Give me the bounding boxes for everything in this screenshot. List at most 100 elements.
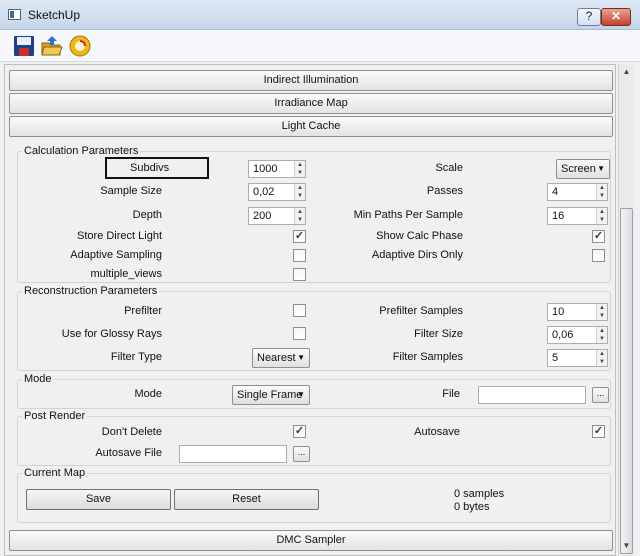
filter-size-value: 0,06: [552, 329, 574, 341]
help-button[interactable]: ?: [577, 8, 601, 26]
mode-group: Mode Mode Single Frame ▼ File ...: [17, 373, 611, 409]
autosave-checkbox[interactable]: ✓: [592, 425, 605, 438]
spin-up-icon[interactable]: ▲: [597, 327, 607, 335]
spin-down-icon[interactable]: ▼: [295, 192, 305, 200]
min-paths-label: Min Paths Per Sample: [353, 209, 463, 221]
spin-up-icon[interactable]: ▲: [597, 350, 607, 358]
show-calc-phase-checkbox[interactable]: ✓: [592, 230, 605, 243]
vertical-scrollbar[interactable]: ▲ ▼: [618, 64, 634, 556]
dont-delete-checkbox[interactable]: ✓: [293, 425, 306, 438]
spin-down-icon[interactable]: ▼: [597, 335, 607, 343]
spin-down-icon[interactable]: ▼: [597, 192, 607, 200]
depth-label: Depth: [132, 209, 162, 221]
store-direct-light-checkbox[interactable]: ✓: [293, 230, 306, 243]
autosave-file-label: Autosave File: [95, 447, 162, 459]
settings-panel: Indirect Illumination Irradiance Map Lig…: [4, 64, 616, 556]
reset-button[interactable]: Reset: [174, 489, 319, 510]
filter-samples-value: 5: [552, 352, 559, 364]
toolbar: [0, 30, 640, 62]
spin-down-icon[interactable]: ▼: [295, 216, 305, 224]
depth-spinbox[interactable]: 200 ▲ ▼: [248, 207, 306, 225]
spin-down-icon[interactable]: ▼: [597, 358, 607, 366]
save-icon[interactable]: [12, 34, 36, 58]
prefilter-label: Prefilter: [124, 305, 162, 317]
subdivs-spinbox[interactable]: 1000 ▲ ▼: [248, 160, 306, 178]
current-map-group: Current Map Save Reset 0 samples 0 bytes: [17, 467, 611, 523]
spin-down-icon[interactable]: ▼: [597, 216, 607, 224]
spin-up-icon[interactable]: ▲: [597, 208, 607, 216]
glossy-rays-checkbox[interactable]: [293, 327, 306, 340]
group-title: Mode: [22, 373, 54, 385]
chevron-down-icon: ▼: [297, 353, 305, 362]
adaptive-sampling-label: Adaptive Sampling: [70, 249, 162, 261]
passes-spinbox[interactable]: 4 ▲ ▼: [547, 183, 608, 201]
app-icon: [8, 9, 21, 20]
prefilter-checkbox[interactable]: [293, 304, 306, 317]
autosave-label: Autosave: [414, 426, 460, 438]
save-button[interactable]: Save: [26, 489, 171, 510]
open-folder-icon[interactable]: [40, 34, 64, 58]
passes-value: 4: [552, 186, 559, 198]
group-title: Post Render: [22, 410, 88, 422]
autosave-browse-button[interactable]: ...: [293, 446, 310, 462]
adaptive-dirs-checkbox[interactable]: [592, 249, 605, 262]
spin-up-icon[interactable]: ▲: [597, 184, 607, 192]
sample-size-spinbox[interactable]: 0,02 ▲ ▼: [248, 183, 306, 201]
scroll-down-icon[interactable]: ▼: [619, 538, 634, 554]
subdivs-value: 1000: [253, 163, 278, 175]
dont-delete-label: Don't Delete: [101, 426, 162, 438]
passes-label: Passes: [426, 185, 463, 197]
section-indirect-illumination[interactable]: Indirect Illumination: [9, 70, 613, 91]
scale-label: Scale: [435, 162, 463, 174]
filter-type-value: Nearest: [257, 352, 296, 364]
min-paths-value: 16: [552, 210, 565, 222]
spin-up-icon[interactable]: ▲: [295, 208, 305, 216]
chevron-down-icon: ▼: [597, 164, 605, 173]
spin-up-icon[interactable]: ▲: [597, 304, 607, 312]
group-title: Calculation Parameters: [22, 145, 141, 157]
adaptive-dirs-label: Adaptive Dirs Only: [371, 249, 463, 261]
scale-dropdown[interactable]: Screen ▼: [556, 159, 610, 179]
file-browse-button[interactable]: ...: [592, 387, 609, 403]
spin-up-icon[interactable]: ▲: [295, 161, 305, 169]
filter-size-label: Filter Size: [414, 328, 463, 340]
file-input[interactable]: [478, 386, 586, 404]
scroll-thumb[interactable]: [620, 208, 633, 554]
filter-type-label: Filter Type: [110, 351, 162, 363]
focus-highlight: [105, 157, 209, 179]
window-title: SketchUp: [28, 8, 81, 22]
min-paths-spinbox[interactable]: 16 ▲ ▼: [547, 207, 608, 225]
prefilter-samples-spinbox[interactable]: 10 ▲ ▼: [547, 303, 608, 321]
close-button[interactable]: ✕: [601, 8, 631, 26]
sample-size-label: Sample Size: [100, 185, 162, 197]
section-light-cache[interactable]: Light Cache: [9, 116, 613, 137]
section-irradiance-map[interactable]: Irradiance Map: [9, 93, 613, 114]
post-render-group: Post Render Don't Delete ✓ Autosave File…: [17, 410, 611, 466]
mode-dropdown[interactable]: Single Frame ▼: [232, 385, 310, 405]
section-dmc-sampler[interactable]: DMC Sampler: [9, 530, 613, 551]
multiple-views-checkbox[interactable]: [293, 268, 306, 281]
spin-down-icon[interactable]: ▼: [597, 312, 607, 320]
render-icon[interactable]: [68, 34, 92, 58]
spin-down-icon[interactable]: ▼: [295, 169, 305, 177]
adaptive-sampling-checkbox[interactable]: [293, 249, 306, 262]
scroll-up-icon[interactable]: ▲: [619, 64, 634, 80]
samples-count: 0 samples: [454, 488, 505, 500]
file-label: File: [442, 388, 460, 400]
mode-value: Single Frame: [237, 389, 303, 401]
title-bar: [0, 0, 640, 30]
group-title: Current Map: [22, 467, 88, 479]
spin-up-icon[interactable]: ▲: [295, 184, 305, 192]
bytes-count: 0 bytes: [454, 501, 490, 513]
show-calc-phase-label: Show Calc Phase: [376, 230, 463, 242]
filter-samples-spinbox[interactable]: 5 ▲ ▼: [547, 349, 608, 367]
filter-type-dropdown[interactable]: Nearest ▼: [252, 348, 310, 368]
autosave-file-input[interactable]: [179, 445, 287, 463]
glossy-rays-label: Use for Glossy Rays: [61, 328, 162, 340]
depth-value: 200: [253, 210, 272, 222]
store-direct-light-label: Store Direct Light: [77, 230, 162, 242]
filter-size-spinbox[interactable]: 0,06 ▲ ▼: [547, 326, 608, 344]
chevron-down-icon: ▼: [297, 390, 305, 399]
prefilter-samples-value: 10: [552, 306, 565, 318]
multiple-views-label: multiple_views: [90, 268, 162, 280]
